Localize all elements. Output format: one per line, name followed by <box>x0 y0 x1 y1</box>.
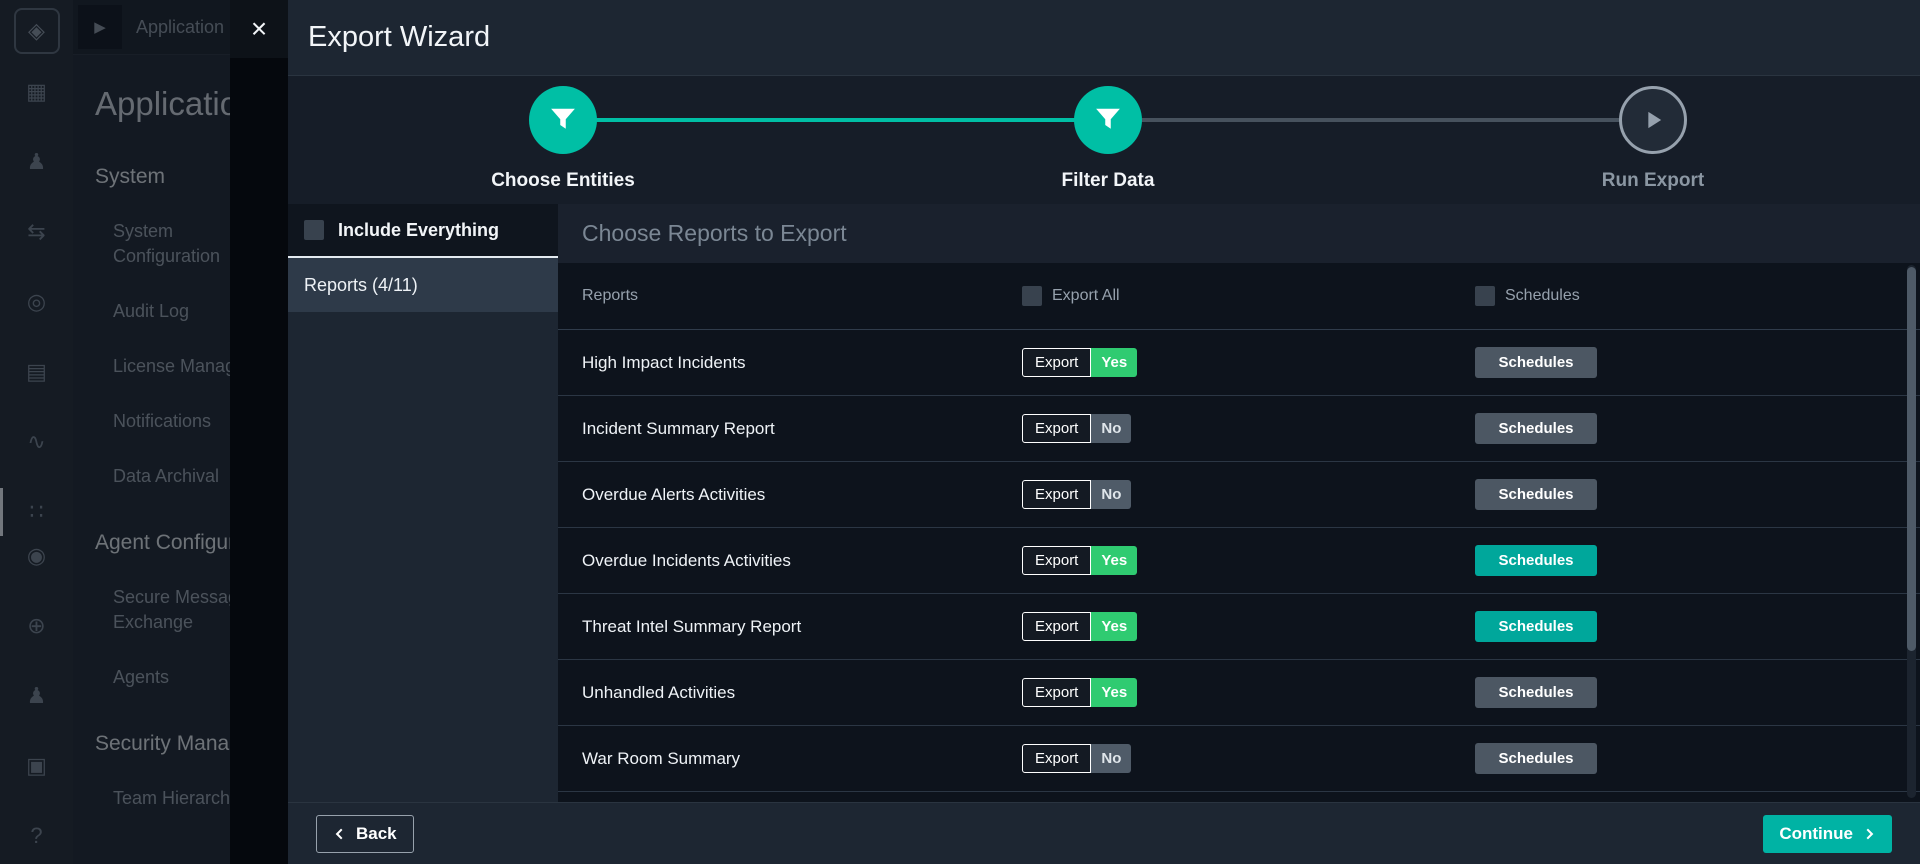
report-row: Overdue Alerts Activities Export No Sche… <box>558 462 1920 528</box>
step-label: Choose Entities <box>491 170 635 191</box>
continue-button-label: Continue <box>1779 823 1853 843</box>
table-header-row: Reports Export All Schedules <box>558 263 1920 330</box>
export-all-cell: Export All <box>1022 286 1475 306</box>
export-all-checkbox[interactable] <box>1022 286 1042 306</box>
chevron-left-icon <box>335 828 343 839</box>
modal-body: Include Everything Reports (4/11) Choose… <box>288 204 1920 802</box>
export-button[interactable]: Export <box>1022 480 1092 509</box>
export-button[interactable]: Export <box>1022 678 1092 707</box>
export-toggle[interactable]: Export Yes <box>1022 348 1138 377</box>
export-button[interactable]: Export <box>1022 744 1092 773</box>
export-state-badge: Yes <box>1091 348 1138 377</box>
filter-icon[interactable] <box>529 86 597 154</box>
step-label: Filter Data <box>1061 170 1155 191</box>
step-run-export[interactable]: Run Export <box>1523 86 1783 192</box>
export-toggle[interactable]: Export No <box>1022 414 1132 443</box>
table-rows: High Impact Incidents Export Yes Schedul… <box>558 330 1920 792</box>
export-toggle[interactable]: Export No <box>1022 744 1132 773</box>
schedules-button[interactable]: Schedules <box>1475 413 1597 444</box>
export-button[interactable]: Export <box>1022 348 1092 377</box>
export-state-badge: No <box>1091 414 1132 443</box>
export-state-badge: Yes <box>1091 546 1138 575</box>
report-name: Overdue Alerts Activities <box>582 484 766 504</box>
schedules-button[interactable]: Schedules <box>1475 677 1597 708</box>
report-row: Threat Intel Summary Report Export Yes S… <box>558 594 1920 660</box>
reports-content: Choose Reports to Export Reports Export … <box>558 204 1920 802</box>
report-row: Unhandled Activities Export Yes Schedule… <box>558 660 1920 726</box>
back-button[interactable]: Back <box>316 814 414 853</box>
step-choose-entities[interactable]: Choose Entities <box>433 86 693 192</box>
export-state-badge: No <box>1091 744 1132 773</box>
report-row: Overdue Incidents Activities Export Yes … <box>558 528 1920 594</box>
continue-button[interactable]: Continue <box>1763 814 1892 853</box>
entities-sidebar: Include Everything Reports (4/11) <box>288 204 558 802</box>
scrollbar-thumb[interactable] <box>1907 267 1916 651</box>
tab-reports[interactable]: Reports (4/11) <box>288 258 558 312</box>
include-everything-checkbox[interactable] <box>304 220 324 240</box>
chevron-right-icon <box>1866 828 1874 839</box>
schedules-header-cell: Schedules <box>1475 286 1920 306</box>
modal-footer: Back Continue <box>288 802 1920 864</box>
modal-gutter: × <box>230 0 288 864</box>
content-heading: Choose Reports to Export <box>558 204 1920 263</box>
export-toggle[interactable]: Export Yes <box>1022 678 1138 707</box>
export-state-badge: Yes <box>1091 612 1138 641</box>
reports-column-header: Reports <box>582 287 639 304</box>
report-name: War Room Summary <box>582 748 741 768</box>
table-scrollbar <box>1907 265 1916 798</box>
report-row: High Impact Incidents Export Yes Schedul… <box>558 330 1920 396</box>
schedules-button[interactable]: Schedules <box>1475 545 1597 576</box>
report-name: Threat Intel Summary Report <box>582 616 802 636</box>
export-all-label: Export All <box>1052 287 1120 304</box>
export-state-badge: No <box>1091 480 1132 509</box>
export-toggle[interactable]: Export Yes <box>1022 546 1138 575</box>
report-row: War Room Summary Export No Schedules <box>558 726 1920 792</box>
export-button[interactable]: Export <box>1022 414 1092 443</box>
report-row: Incident Summary Report Export No Schedu… <box>558 396 1920 462</box>
back-button-label: Back <box>356 823 397 843</box>
report-name: Incident Summary Report <box>582 418 775 438</box>
filter-icon[interactable] <box>1074 86 1142 154</box>
schedules-checkbox[interactable] <box>1475 286 1495 306</box>
modal-title: Export Wizard <box>308 21 491 53</box>
play-icon[interactable] <box>1619 86 1687 154</box>
wizard-stepper: Choose Entities Filter Data Run Export <box>288 76 1920 204</box>
export-button[interactable]: Export <box>1022 546 1092 575</box>
include-everything-label: Include Everything <box>338 219 500 240</box>
export-state-badge: Yes <box>1091 678 1138 707</box>
tab-reports-label: Reports (4/11) <box>304 274 418 295</box>
export-toggle[interactable]: Export No <box>1022 480 1132 509</box>
include-everything-row[interactable]: Include Everything <box>288 204 558 258</box>
close-icon[interactable]: × <box>230 0 288 58</box>
step-filter-data[interactable]: Filter Data <box>978 86 1238 192</box>
report-name: Overdue Incidents Activities <box>582 550 791 570</box>
reports-table: Reports Export All Schedules High Impact… <box>558 263 1920 802</box>
schedules-header-label: Schedules <box>1505 287 1580 304</box>
schedules-button[interactable]: Schedules <box>1475 347 1597 378</box>
export-toggle[interactable]: Export Yes <box>1022 612 1138 641</box>
screen: ◈ ▦♟⇆◎▤∿∷ ◉⊕♟▣? ▶ Application Applicatio… <box>0 0 1920 864</box>
schedules-button[interactable]: Schedules <box>1475 479 1597 510</box>
report-name: High Impact Incidents <box>582 352 746 372</box>
schedules-button[interactable]: Schedules <box>1475 611 1597 642</box>
modal-header: Export Wizard <box>288 0 1920 76</box>
report-name: Unhandled Activities <box>582 682 736 702</box>
schedules-button[interactable]: Schedules <box>1475 743 1597 774</box>
step-label: Run Export <box>1601 170 1705 191</box>
export-button[interactable]: Export <box>1022 612 1092 641</box>
export-wizard-modal: Export Wizard Choose Entities Filter Dat… <box>288 0 1920 864</box>
